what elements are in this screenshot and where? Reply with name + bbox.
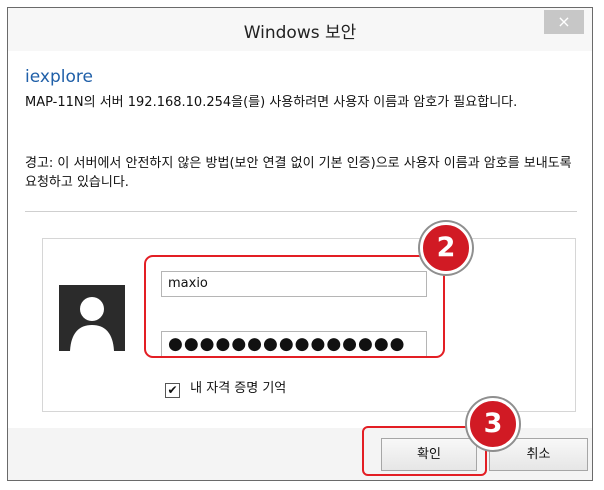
user-silhouette-icon [59, 285, 125, 351]
step-3-badge: 3 [467, 398, 519, 450]
dialog-content: iexplore MAP-11N의 서버 192.168.10.254을(를) … [8, 51, 592, 428]
app-name: iexplore [25, 67, 93, 87]
security-warning: 경고: 이 서버에서 안전하지 않은 방법(보안 연결 없이 기본 인증)으로 … [25, 156, 572, 190]
divider [25, 211, 577, 212]
remember-checkbox[interactable]: ✔ [165, 383, 180, 398]
window-title: Windows 보안 [243, 23, 357, 43]
remember-credentials[interactable]: ✔ 내 자격 증명 기억 [165, 377, 286, 398]
auth-message: MAP-11N의 서버 192.168.10.254을(를) 사용하려면 사용자… [25, 95, 518, 110]
remember-label: 내 자격 증명 기억 [190, 381, 287, 396]
title-bar: Windows 보안 × [8, 8, 592, 51]
credentials-highlight [144, 255, 445, 358]
close-button[interactable]: × [544, 10, 584, 34]
step-2-badge: 2 [420, 222, 472, 274]
